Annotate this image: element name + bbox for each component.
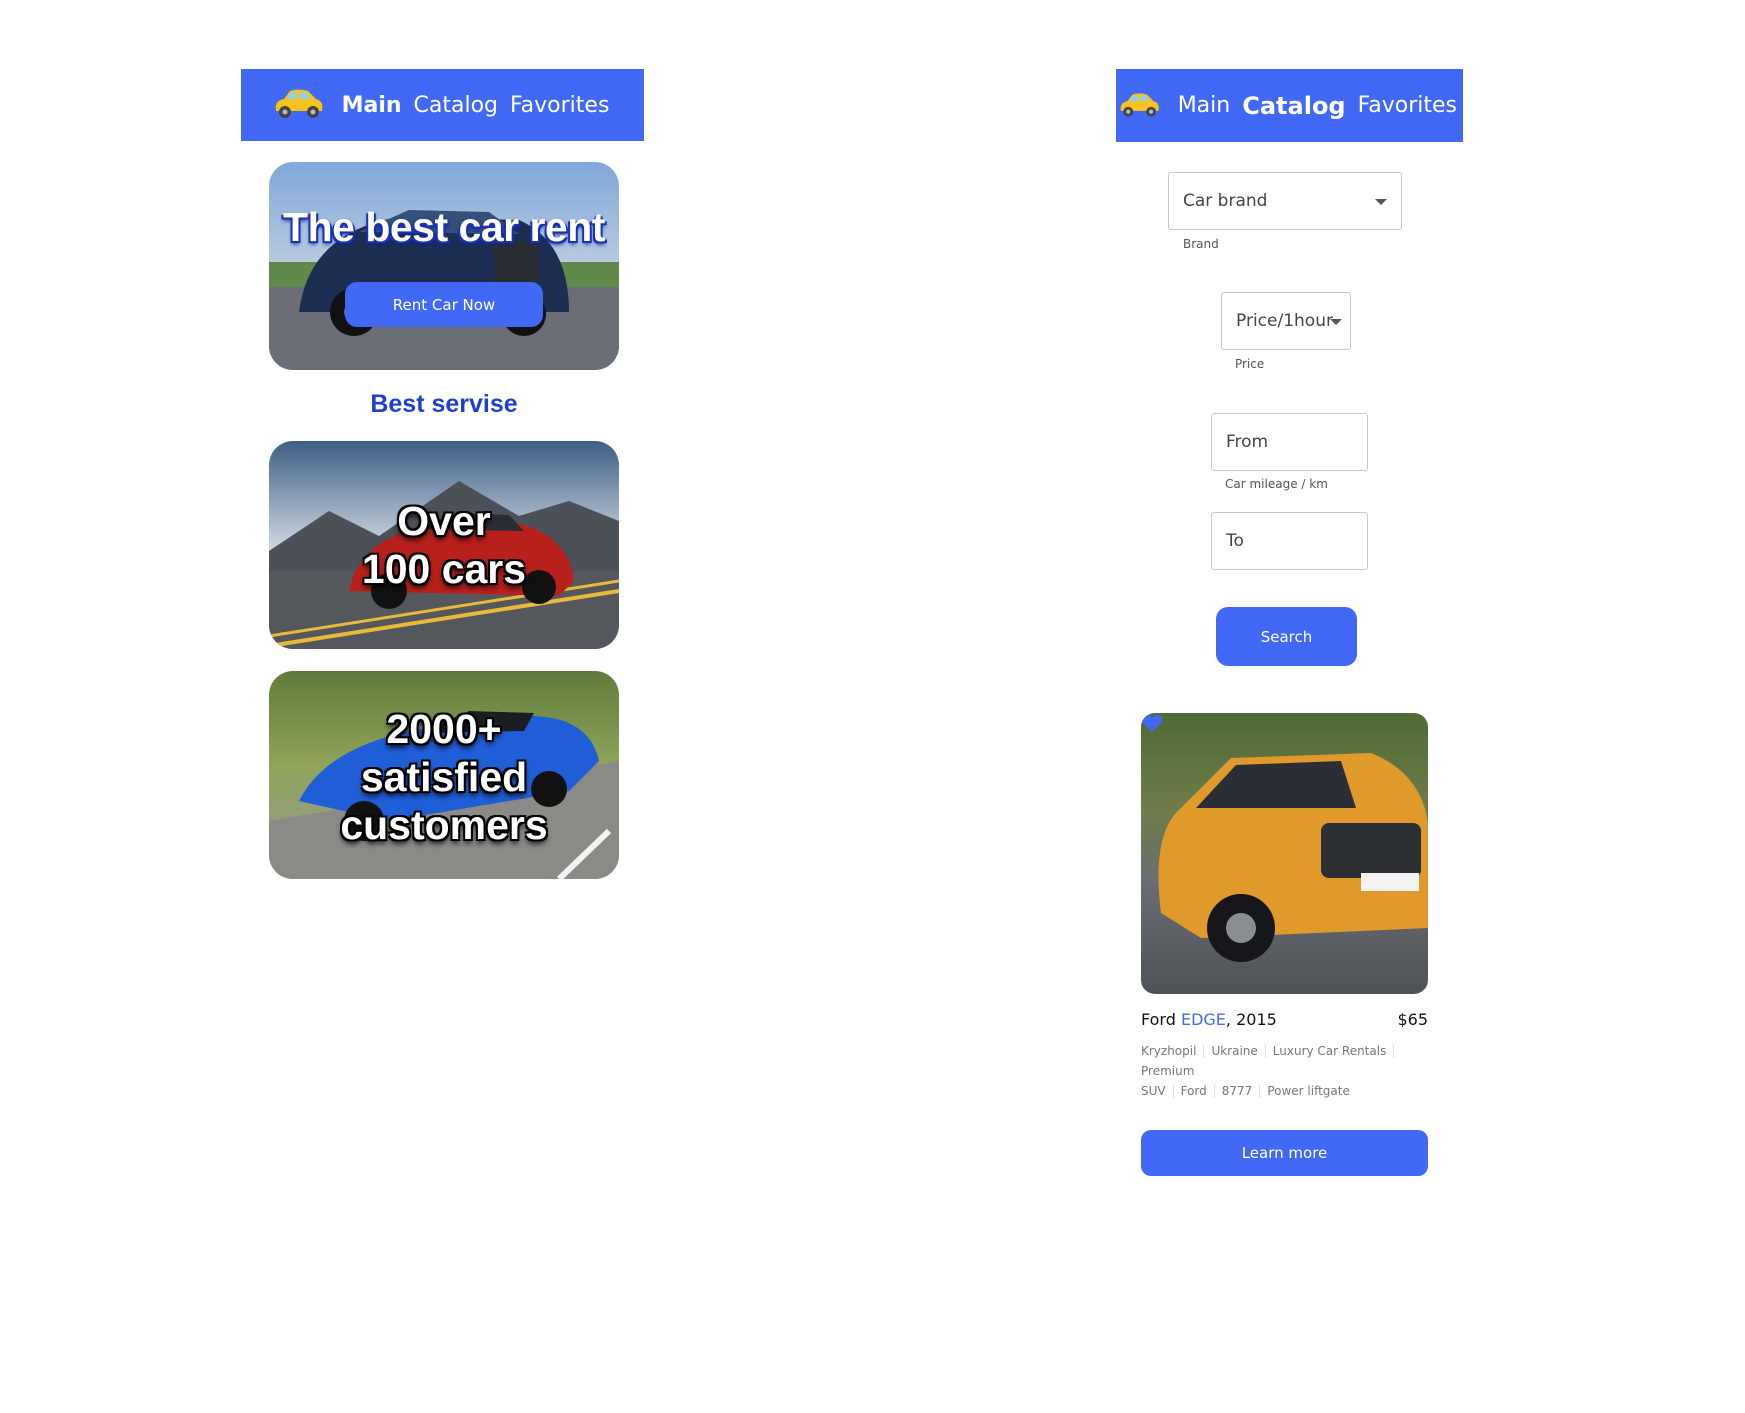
mileage-to-input[interactable]: To bbox=[1211, 512, 1368, 570]
price-select-value: Price/1hour bbox=[1236, 311, 1333, 331]
heart-icon[interactable] bbox=[1141, 713, 1163, 733]
brand-caption: Brand bbox=[1183, 237, 1219, 251]
cars-line-2: 100 cars bbox=[361, 546, 527, 592]
yellow-car-icon[interactable] bbox=[270, 87, 326, 123]
price-caption: Price bbox=[1235, 357, 1265, 371]
divider bbox=[1213, 1085, 1215, 1098]
hero-car-photo bbox=[269, 162, 619, 370]
car-class: Premium bbox=[1141, 1064, 1195, 1078]
hero-banner: The best car rent Rent Car Now bbox=[269, 162, 619, 370]
satisfied-customers-text: 2000+ satisfied customers bbox=[269, 705, 619, 849]
cars-line-1: Over bbox=[397, 498, 491, 544]
mileage-from-input[interactable]: From bbox=[1211, 413, 1368, 471]
best-service-heading: Best servise bbox=[370, 390, 518, 418]
search-button[interactable]: Search bbox=[1216, 607, 1357, 666]
car-meta-specs: SUV Ford 8777 Power liftgate bbox=[1141, 1081, 1441, 1101]
nav-link-favorites[interactable]: Favorites bbox=[1358, 93, 1457, 118]
car-city: Kryzhopil bbox=[1141, 1044, 1197, 1058]
price-select[interactable]: Price/1hour bbox=[1221, 292, 1351, 350]
dropdown-caret-icon bbox=[1375, 199, 1387, 205]
catalog-nav-bar: Main Catalog Favorites bbox=[1116, 69, 1463, 142]
mileage-to-placeholder: To bbox=[1226, 531, 1244, 551]
nav-link-main[interactable]: Main bbox=[342, 93, 402, 118]
car-year: , 2015 bbox=[1225, 1010, 1277, 1029]
learn-more-button[interactable]: Learn more bbox=[1141, 1130, 1428, 1176]
divider bbox=[1172, 1085, 1174, 1098]
rent-car-now-button[interactable]: Rent Car Now bbox=[345, 282, 543, 327]
hero-title: The best car rent bbox=[283, 204, 605, 250]
car-brand: Ford bbox=[1180, 1084, 1207, 1098]
car-brand-select-value: Car brand bbox=[1183, 191, 1268, 211]
customers-line-1: 2000+ bbox=[386, 706, 502, 752]
customers-line-2: satisfied bbox=[360, 754, 528, 800]
car-meta-location: Kryzhopil Ukraine Luxury Car Rentals bbox=[1141, 1041, 1441, 1061]
nav-link-favorites[interactable]: Favorites bbox=[510, 93, 609, 118]
car-meta-class: Premium bbox=[1141, 1061, 1441, 1081]
ford-edge-photo bbox=[1141, 713, 1428, 994]
car-type: SUV bbox=[1141, 1084, 1166, 1098]
divider bbox=[1259, 1085, 1261, 1098]
mileage-from-placeholder: From bbox=[1226, 432, 1269, 452]
dropdown-caret-icon bbox=[1330, 319, 1342, 325]
nav-link-catalog[interactable]: Catalog bbox=[1242, 92, 1345, 120]
car-id: 8777 bbox=[1221, 1084, 1253, 1098]
satisfied-customers-card: 2000+ satisfied customers bbox=[269, 671, 619, 879]
car-country: Ukraine bbox=[1211, 1044, 1258, 1058]
over-100-cars-card: Over 100 cars bbox=[269, 441, 619, 649]
car-mileage-caption: Car mileage / km bbox=[1225, 477, 1328, 491]
nav-link-catalog[interactable]: Catalog bbox=[414, 93, 499, 118]
car-model: EDGE bbox=[1180, 1010, 1226, 1029]
home-nav-bar: Main Catalog Favorites bbox=[241, 69, 644, 141]
car-company: Luxury Car Rentals bbox=[1272, 1044, 1387, 1058]
yellow-car-icon[interactable] bbox=[1116, 88, 1162, 124]
car-card-photo[interactable] bbox=[1141, 713, 1428, 994]
car-brand-select[interactable]: Car brand bbox=[1168, 172, 1402, 230]
nav-link-main[interactable]: Main bbox=[1178, 93, 1231, 118]
divider bbox=[1203, 1045, 1205, 1058]
divider bbox=[1264, 1045, 1266, 1058]
car-feature: Power liftgate bbox=[1267, 1084, 1350, 1098]
divider bbox=[1393, 1045, 1395, 1058]
car-price: $65 bbox=[1397, 1010, 1428, 1029]
car-make: Ford bbox=[1141, 1010, 1176, 1029]
customers-line-3: customers bbox=[340, 802, 548, 848]
over-100-cars-text: Over 100 cars bbox=[269, 497, 619, 593]
